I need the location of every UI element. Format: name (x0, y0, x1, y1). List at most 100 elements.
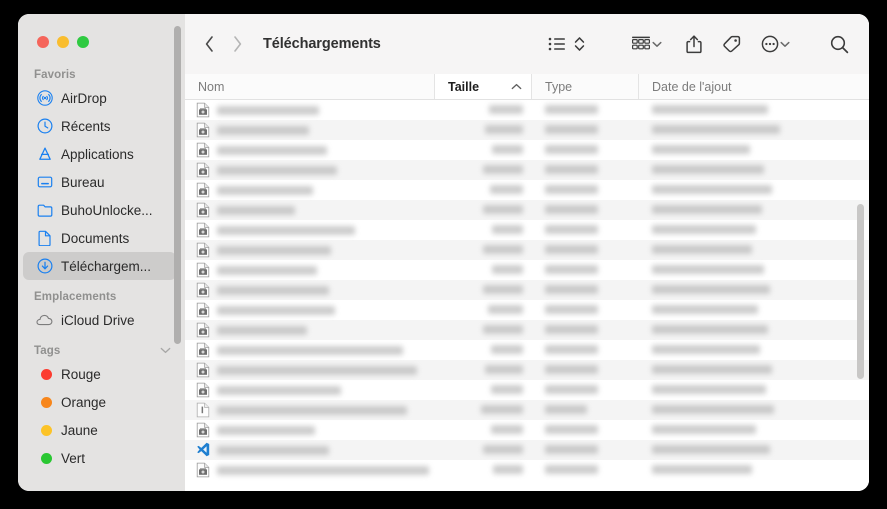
file-name-redacted (217, 225, 355, 235)
image-file-icon (196, 302, 210, 318)
file-list[interactable] (185, 100, 869, 491)
cell-type-redacted (545, 445, 598, 455)
sidebar-group-label: Favoris (34, 69, 76, 81)
table-row[interactable] (185, 380, 869, 400)
table-row[interactable] (185, 340, 869, 360)
table-row[interactable] (185, 460, 869, 480)
cell-type (532, 141, 639, 159)
cell-name (185, 102, 435, 118)
table-row[interactable] (185, 420, 869, 440)
cell-type (532, 221, 639, 239)
table-row[interactable] (185, 120, 869, 140)
cell-type (532, 241, 639, 259)
table-row[interactable] (185, 300, 869, 320)
column-header-type[interactable]: Type (532, 74, 639, 99)
cell-type (532, 281, 639, 299)
table-row[interactable] (185, 260, 869, 280)
table-row[interactable] (185, 220, 869, 240)
cell-type (532, 261, 639, 279)
sidebar-item-icloud-drive[interactable]: iCloud Drive (23, 306, 176, 334)
column-header-nom[interactable]: Nom (185, 74, 435, 99)
chevron-down-icon[interactable] (160, 346, 171, 357)
file-name-redacted (217, 245, 331, 255)
grid-group-icon (632, 36, 651, 50)
table-row[interactable] (185, 280, 869, 300)
cell-size-redacted (483, 445, 523, 455)
sidebar-item-buhounlocke[interactable]: BuhoUnlocke... (23, 196, 176, 224)
sidebar-item-jaune[interactable]: Jaune (23, 416, 176, 444)
column-header-date-de-l-ajout[interactable]: Date de l'ajout (639, 74, 869, 99)
cell-date (639, 381, 869, 399)
tag-button[interactable] (718, 31, 745, 57)
cell-size (435, 201, 532, 219)
image-file-icon (196, 122, 210, 138)
file-name-redacted (217, 385, 341, 395)
cell-name (185, 182, 435, 198)
table-row[interactable] (185, 440, 869, 460)
image-file-icon (196, 362, 210, 378)
cell-type-redacted (545, 125, 598, 135)
image-file-icon (196, 342, 210, 358)
forward-button[interactable] (223, 30, 251, 58)
document-icon (36, 230, 53, 247)
cell-size-redacted (491, 385, 523, 395)
cell-name (185, 142, 435, 158)
view-sort-stepper[interactable] (570, 31, 589, 57)
cell-type-redacted (545, 245, 598, 255)
sidebar-item-airdrop[interactable]: AirDrop (23, 84, 176, 112)
minimize-button[interactable] (57, 36, 69, 48)
sidebar-scrollbar[interactable] (174, 26, 181, 344)
cell-name (185, 202, 435, 218)
cell-name (185, 122, 435, 138)
cell-date (639, 461, 869, 479)
file-name-redacted (217, 425, 315, 435)
cell-size (435, 141, 532, 159)
table-row[interactable] (185, 140, 869, 160)
cell-date-redacted (652, 465, 752, 475)
back-button[interactable] (195, 30, 223, 58)
group-by-button[interactable] (627, 31, 668, 57)
sidebar-item-applications[interactable]: Applications (23, 140, 176, 168)
cell-date-redacted (652, 425, 756, 435)
sidebar-item-documents[interactable]: Documents (23, 224, 176, 252)
sidebar-item-t-l-chargem[interactable]: Téléchargem... (23, 252, 176, 280)
table-row[interactable] (185, 400, 869, 420)
column-header-taille[interactable]: Taille (435, 74, 532, 99)
cell-date (639, 301, 869, 319)
sort-ascending-icon (511, 81, 522, 93)
table-row[interactable] (185, 160, 869, 180)
sidebar-item-label: Applications (61, 146, 134, 162)
table-row[interactable] (185, 240, 869, 260)
zoom-button[interactable] (77, 36, 89, 48)
close-button[interactable] (37, 36, 49, 48)
cell-type (532, 421, 639, 439)
chevron-up-down-icon (574, 37, 585, 51)
cell-date (639, 321, 869, 339)
table-row[interactable] (185, 100, 869, 120)
view-list-button[interactable] (544, 31, 570, 57)
sidebar-item-vert[interactable]: Vert (23, 444, 176, 472)
table-row[interactable] (185, 320, 869, 340)
search-button[interactable] (826, 31, 853, 57)
cell-size (435, 121, 532, 139)
table-row[interactable] (185, 200, 869, 220)
sidebar-item-r-cents[interactable]: Récents (23, 112, 176, 140)
cell-date (639, 101, 869, 119)
sidebar-item-orange[interactable]: Orange (23, 388, 176, 416)
image-file-icon (196, 422, 210, 438)
cell-type (532, 161, 639, 179)
file-list-scrollbar[interactable] (857, 204, 864, 379)
share-button[interactable] (682, 31, 706, 57)
sidebar-item-bureau[interactable]: Bureau (23, 168, 176, 196)
table-row[interactable] (185, 360, 869, 380)
tag-dot (36, 422, 53, 439)
cell-size-redacted (483, 165, 523, 175)
sidebar-group-label: Emplacements (34, 291, 117, 303)
more-actions-button[interactable] (757, 31, 796, 57)
cell-type-redacted (545, 265, 598, 275)
cell-type-redacted (545, 145, 598, 155)
cell-size (435, 441, 532, 459)
tag-dot (36, 394, 53, 411)
table-row[interactable] (185, 180, 869, 200)
sidebar-item-rouge[interactable]: Rouge (23, 360, 176, 388)
